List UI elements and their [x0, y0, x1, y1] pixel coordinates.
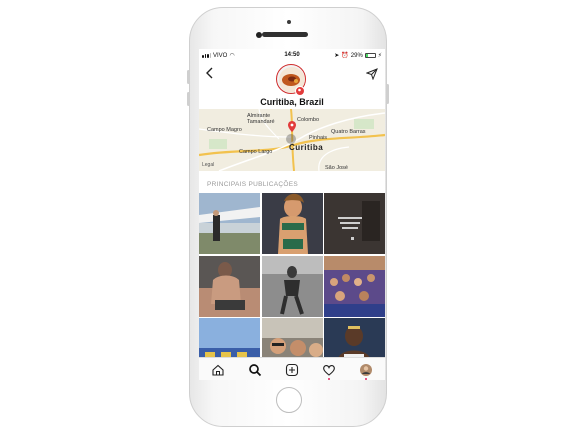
heart-icon — [323, 364, 336, 376]
map-label: Pinhais — [309, 135, 328, 141]
post-thumbnail[interactable] — [199, 193, 260, 254]
tab-activity[interactable] — [322, 363, 336, 380]
volume-button — [187, 70, 190, 84]
chevron-left-icon — [206, 67, 213, 79]
battery-icon — [364, 53, 376, 58]
home-button[interactable] — [276, 387, 302, 413]
map-label: Quatro Barras — [331, 129, 366, 135]
map-pin-icon — [288, 121, 296, 132]
photo-bw-runner — [261, 255, 323, 317]
battery-percent: 29% — [350, 52, 363, 59]
location-map[interactable]: Almirante Tamandaré Colombo Pinhais Camp… — [199, 109, 385, 171]
app-screen: VIVO ◠ 14:50 ➤ ⏰ 29% ⚡ Curitiba, Brazil … — [199, 49, 385, 380]
post-thumbnail[interactable] — [261, 193, 323, 254]
place-title: Curitiba, Brazil — [260, 97, 324, 107]
photo-crowd — [324, 255, 385, 317]
photo-architecture — [199, 193, 260, 254]
photo-sofa — [199, 255, 260, 317]
power-button — [386, 84, 389, 104]
tab-home[interactable] — [211, 363, 225, 377]
earpiece-speaker — [262, 32, 308, 37]
proximity-sensor — [287, 20, 291, 24]
map-label: São José — [325, 165, 348, 171]
tab-profile[interactable] — [359, 363, 373, 380]
section-title: PRINCIPAIS PUBLICAÇÕES — [207, 181, 299, 188]
tab-search[interactable] — [248, 363, 262, 377]
post-thumbnail[interactable] — [199, 255, 260, 317]
status-bar: VIVO ◠ 14:50 ➤ ⏰ 29% ⚡ — [199, 49, 385, 61]
notification-dot — [365, 377, 368, 380]
search-icon — [248, 363, 261, 376]
photo-dark-room — [324, 193, 385, 254]
map-label: Campo Largo — [239, 149, 273, 155]
bottom-tab-bar — [199, 357, 385, 380]
send-icon — [365, 68, 378, 81]
map-legal-link[interactable]: Legal — [202, 162, 214, 168]
back-button[interactable] — [204, 67, 216, 79]
tab-add-post[interactable] — [285, 363, 299, 377]
post-thumbnail[interactable] — [324, 193, 385, 254]
photo-portrait — [261, 193, 323, 254]
map-label: Almirante Tamandaré — [247, 113, 275, 125]
post-thumbnail[interactable] — [324, 255, 385, 317]
location-pin-icon — [295, 86, 305, 96]
notification-dot — [328, 377, 331, 380]
top-posts-grid — [199, 193, 385, 379]
location-header: Curitiba, Brazil — [199, 61, 385, 109]
map-label: Colombo — [297, 117, 320, 123]
charging-icon: ⚡ — [377, 53, 382, 59]
map-label: Campo Magro — [207, 127, 242, 133]
post-thumbnail[interactable] — [261, 255, 323, 317]
map-city-label: Curitiba — [289, 143, 324, 152]
location-icon: ➤ — [334, 53, 340, 59]
avatar — [360, 363, 373, 376]
alarm-icon: ⏰ — [341, 53, 349, 59]
home-icon — [212, 364, 224, 376]
add-post-icon — [285, 363, 299, 376]
share-button[interactable] — [365, 67, 378, 81]
volume-button — [187, 92, 190, 106]
map-roads — [199, 109, 385, 171]
status-right: ➤ ⏰ 29% ⚡ — [334, 52, 382, 60]
